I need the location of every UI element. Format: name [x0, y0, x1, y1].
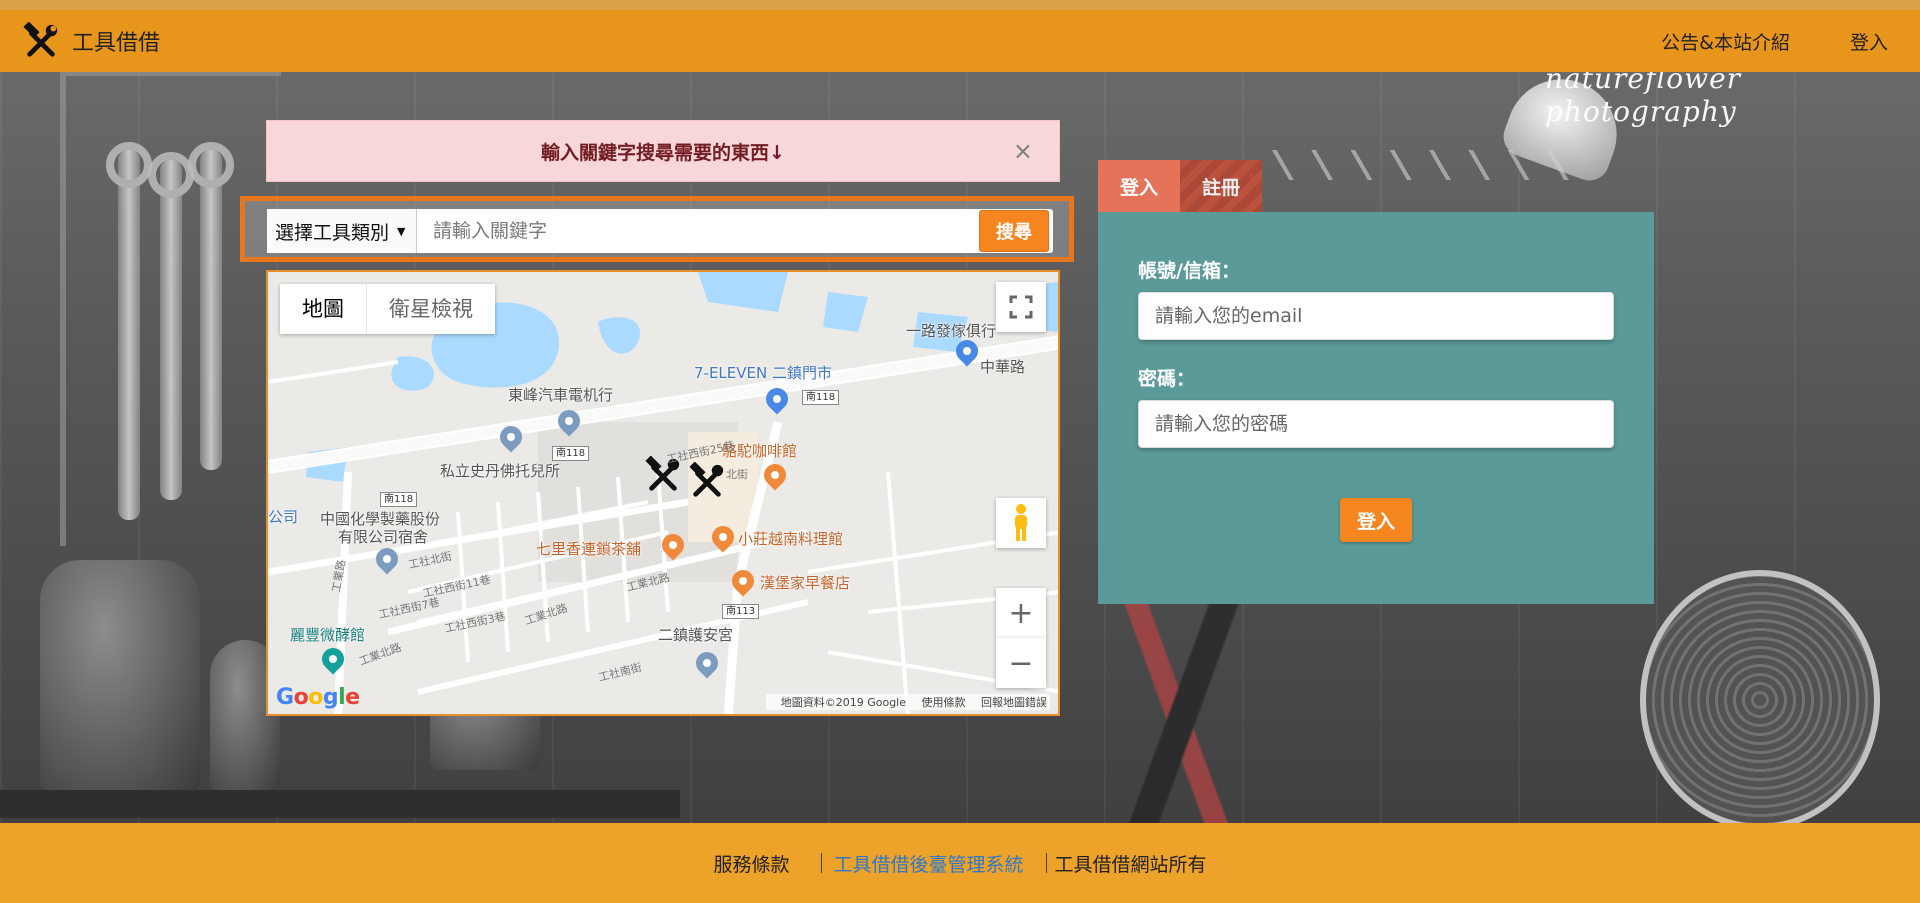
keyword-input[interactable]	[417, 208, 979, 254]
wrench-image	[106, 142, 152, 520]
google-logo: Google	[276, 685, 360, 710]
alert-message: 輸入關鍵字搜尋需要的東西↓	[541, 141, 785, 164]
auth-tabs: 登入 註冊	[1098, 160, 1263, 212]
category-select-label: 選擇工具類別	[275, 221, 390, 244]
map-type-control: 地圖 衛星檢視	[280, 284, 495, 334]
brand-name: 工具借借	[72, 31, 161, 56]
nav-announcements[interactable]: 公告&本站介紹	[1661, 28, 1790, 55]
search-hint-alert: 輸入關鍵字搜尋需要的東西↓ ×	[266, 120, 1060, 182]
map-type-map[interactable]: 地圖	[280, 284, 367, 334]
road-shield: 南118	[552, 446, 590, 461]
map-label: 麗豐微酵館	[290, 626, 366, 644]
map-label: 七里香連鎖茶舖	[536, 540, 642, 558]
tab-register[interactable]: 註冊	[1180, 160, 1263, 212]
pruning-shears-image	[1080, 590, 1280, 850]
login-panel: 帳號/信箱： 密碼： 登入	[1098, 212, 1654, 604]
search-group: 選擇工具類別 ▼ 搜尋	[267, 208, 1053, 254]
fan-image	[1640, 570, 1880, 830]
map-label: 東峰汽車電机行	[508, 386, 614, 404]
map-terms-link[interactable]: 使用條款	[922, 696, 966, 709]
wrench-image	[148, 152, 194, 500]
account-label: 帳號/信箱：	[1138, 260, 1240, 282]
map-data-credit: 地圖資料©2019 Google	[780, 696, 906, 709]
footer-admin-link[interactable]: 工具借借後臺管理系統	[833, 850, 1023, 877]
fullscreen-icon[interactable]	[996, 282, 1046, 332]
hammer-wrench-icon	[23, 22, 58, 57]
hammer-wrench-icon[interactable]	[688, 462, 726, 500]
brand-logo[interactable]: 工具借借	[22, 22, 160, 60]
street-label: 北街	[726, 468, 748, 481]
email-field[interactable]	[1138, 292, 1614, 340]
tab-login[interactable]: 登入	[1098, 160, 1181, 212]
nav-login[interactable]: 登入	[1850, 28, 1888, 55]
oil-can-image	[40, 560, 200, 790]
login-submit-button[interactable]: 登入	[1340, 498, 1412, 542]
map-report-link[interactable]: 回報地圖錯誤	[981, 696, 1047, 709]
footer-copyright: 工具借借網站所有	[1054, 853, 1207, 876]
password-label: 密碼：	[1138, 368, 1196, 390]
close-icon[interactable]: ×	[1013, 137, 1033, 165]
map-label: 7-ELEVEN 二鎮門市	[694, 364, 832, 382]
search-bar: 選擇工具類別 ▼ 搜尋	[240, 196, 1074, 262]
category-select[interactable]: 選擇工具類別 ▼	[267, 209, 417, 253]
road-shield: 南113	[722, 604, 760, 619]
map-label: 私立史丹佛托兒所	[440, 462, 561, 480]
caret-down-icon: ▼	[397, 224, 406, 238]
pegman-icon	[1015, 504, 1027, 541]
road-shield: 南118	[802, 390, 840, 405]
map-label: 公司	[268, 508, 299, 526]
search-button[interactable]: 搜尋	[979, 210, 1049, 252]
map-label: 小莊越南料理館	[738, 530, 844, 548]
top-nav: 公告&本站介紹 登入	[1601, 28, 1888, 55]
map-label: 一路發傢俱行	[906, 322, 997, 340]
wrench-image	[188, 142, 234, 470]
map-label: 二鎮護安宮	[658, 626, 734, 644]
zoom-in-button[interactable]: +	[996, 588, 1046, 638]
map-attribution: 地圖資料©2019 Google 使用條款 回報地圖錯誤	[765, 694, 1050, 710]
password-field[interactable]	[1138, 400, 1614, 448]
map-type-satellite[interactable]: 衛星檢視	[367, 284, 495, 334]
zoom-out-button[interactable]: −	[996, 638, 1046, 688]
footer: 服務條款 工具借借後臺管理系統 工具借借網站所有	[0, 823, 1920, 903]
footer-terms-link[interactable]: 服務條款	[713, 850, 789, 877]
map-label: 中華路	[980, 358, 1026, 376]
map-label: 有限公司宿舍	[338, 528, 429, 546]
divider	[1045, 853, 1047, 873]
google-map[interactable]: 地圖 衛星檢視 + − 一路發傢俱行 7-ELEVEN 二鎮門市 東峰汽車電机行…	[266, 270, 1060, 716]
map-label: 漢堡家早餐店	[760, 574, 851, 592]
divider	[821, 853, 823, 873]
scissor-lamp-arm	[1250, 150, 1570, 180]
shelf	[0, 790, 680, 818]
pegman-icon[interactable]	[996, 498, 1046, 548]
road-shield: 南118	[380, 492, 418, 507]
top-navbar: 工具借借 公告&本站介紹 登入	[0, 0, 1920, 72]
fullscreen-icon	[1009, 295, 1033, 319]
